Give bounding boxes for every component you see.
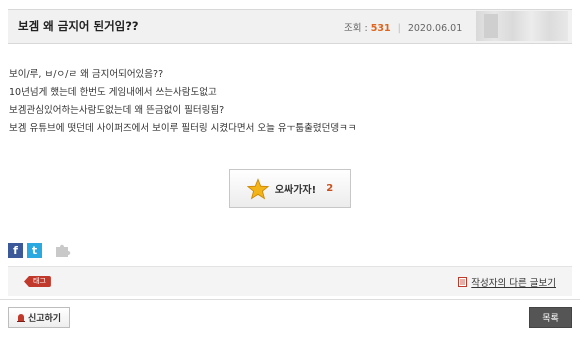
views-label: 조회 : [344,23,368,34]
report-label: 신고하기 [27,314,62,324]
report-button[interactable]: 신고하기 [8,307,70,328]
recommend-button[interactable]: 오싸가자! 2 [229,169,351,208]
meta-divider: | [397,23,401,34]
post-body: 보이/루, ㅂ/ㅇ/ㄹ 왜 금지어되어있음?? 10년넘게 했는데 한번도 게임… [9,66,357,138]
twitter-icon[interactable]: t [27,242,42,258]
body-line: 보겜 유튜브에 떳던데 사이퍼즈에서 보이루 필터링 시켰다면서 오늘 유ㅜ툽출… [9,123,357,134]
siren-icon [16,314,25,322]
post-title: 보겜 왜 금지어 된거임?? [18,19,139,33]
views-count: 531 [370,23,391,34]
recommend-label: 오싸가자! [274,185,317,196]
author-posts-label: 작성자의 다른 글보기 [471,278,556,289]
post-header: 보겜 왜 금지어 된거임?? 조회 : 531 | 2020.06.01 [8,9,572,44]
share-bar: f t [8,242,72,258]
author-info-blurred [476,11,568,41]
recommend-count: 2 [326,183,334,194]
body-line: 보겜관심있어하는사람도없는데 왜 뜬금없이 필터링됨? [9,105,225,116]
star-icon [246,177,269,199]
document-icon [458,277,468,287]
post-date: 2020.06.01 [407,23,463,34]
tag-bar: 태그 작성자의 다른 글보기 [8,266,572,296]
puzzle-icon[interactable] [54,242,72,258]
list-button[interactable]: 목록 [529,307,572,328]
author-posts-link[interactable]: 작성자의 다른 글보기 [458,275,556,289]
facebook-icon[interactable]: f [8,242,23,258]
body-line: 10년넘게 했는데 한번도 게임내에서 쓰는사람도없고 [9,87,217,98]
divider [0,299,580,300]
post-meta: 조회 : 531 | 2020.06.01 [344,20,462,34]
body-line: 보이/루, ㅂ/ㅇ/ㄹ 왜 금지어되어있음?? [9,69,164,80]
tag-badge: 태그 [24,276,51,287]
